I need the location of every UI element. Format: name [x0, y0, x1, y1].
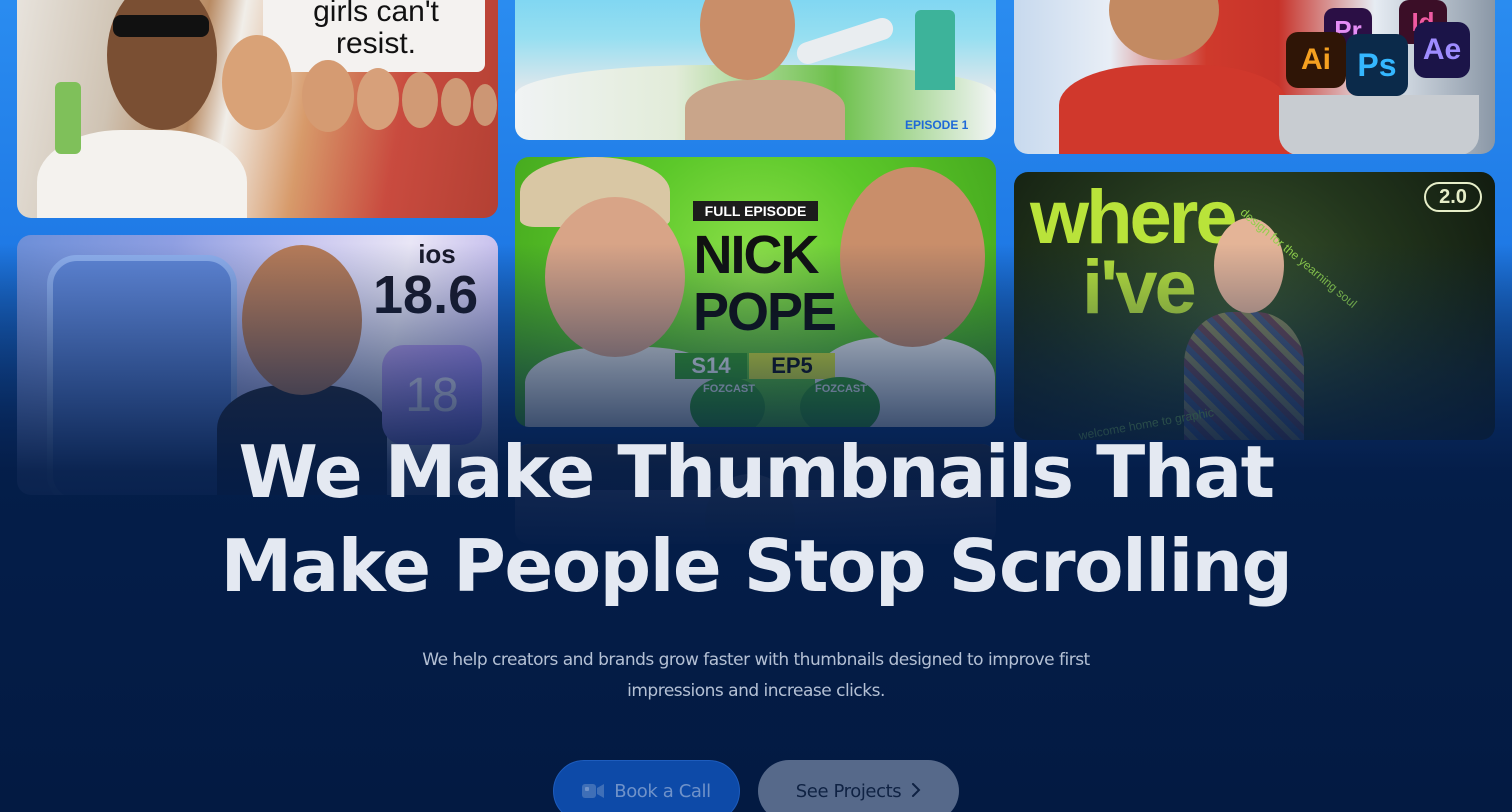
- person-face: [1109, 0, 1219, 60]
- person-face: [473, 84, 497, 126]
- photoshop-icon: Ps: [1346, 34, 1408, 96]
- sunglasses: [113, 15, 209, 37]
- see-projects-label: See Projects: [795, 780, 902, 802]
- person-shirt: [685, 80, 845, 140]
- ios-version: 18.6: [373, 265, 479, 325]
- episode-badge: EPISODE 1: [905, 118, 969, 132]
- person-face: [302, 60, 354, 132]
- thumbnail-podcast[interactable]: FULL EPISODE NICK POPE S14 EP5 FOZCAST F…: [515, 157, 996, 427]
- hero-title: We Make Thumbnails That Make People Stop…: [0, 425, 1512, 613]
- person-face: [402, 72, 438, 128]
- person-face: [357, 68, 399, 130]
- statue-of-liberty: [915, 10, 955, 90]
- hero-subtitle: We help creators and brands grow faster …: [406, 645, 1106, 707]
- season-badge: S14: [675, 353, 747, 379]
- thumbnail-adobe[interactable]: Pr Id Ai Ps Ae: [1014, 0, 1495, 154]
- thumbnail-caption: girls can't resist.: [313, 0, 439, 60]
- hero-subtitle-line1: We help creators and brands grow faster …: [422, 650, 1090, 670]
- perfume-bottle: [55, 82, 81, 154]
- person-shirt: [1059, 65, 1289, 154]
- thumbnail-perfume[interactable]: girls can't resist.: [17, 0, 498, 218]
- thumbnail-designer[interactable]: where i've 2.0 design for the yearning s…: [1014, 172, 1495, 440]
- illustrator-icon: Ai: [1286, 32, 1346, 88]
- hero-title-line2: Make People Stop Scrolling: [220, 524, 1293, 608]
- version-badge: 2.0: [1424, 182, 1482, 212]
- person-face: [242, 245, 362, 395]
- person-face: [441, 78, 471, 126]
- book-call-label: Book a Call: [614, 780, 711, 802]
- see-projects-button[interactable]: See Projects: [758, 760, 959, 812]
- thumbnail-travel[interactable]: EPISODE 1: [515, 0, 996, 140]
- host-face: [840, 167, 985, 347]
- full-episode-tag: FULL EPISODE: [693, 201, 818, 221]
- guest-name-line2: POPE: [693, 282, 837, 342]
- guest-face: [545, 197, 685, 357]
- person-face: [222, 35, 292, 130]
- airplane: [794, 15, 896, 67]
- book-call-button[interactable]: Book a Call: [553, 760, 740, 812]
- trash-can: [1279, 95, 1479, 154]
- brand-right: FOZCAST: [815, 383, 867, 395]
- guest-name-line1: NICK: [693, 225, 820, 285]
- hero-subtitle-line2: impressions and increase clicks.: [627, 681, 885, 701]
- chevron-right-icon: [911, 781, 921, 802]
- headline-line2: i've: [1082, 245, 1197, 330]
- brand-left: FOZCAST: [703, 383, 755, 395]
- after-effects-icon: Ae: [1414, 22, 1470, 78]
- episode-badge: EP5: [749, 353, 835, 379]
- video-camera-icon: [582, 783, 605, 799]
- hero-title-line1: We Make Thumbnails That: [238, 430, 1275, 514]
